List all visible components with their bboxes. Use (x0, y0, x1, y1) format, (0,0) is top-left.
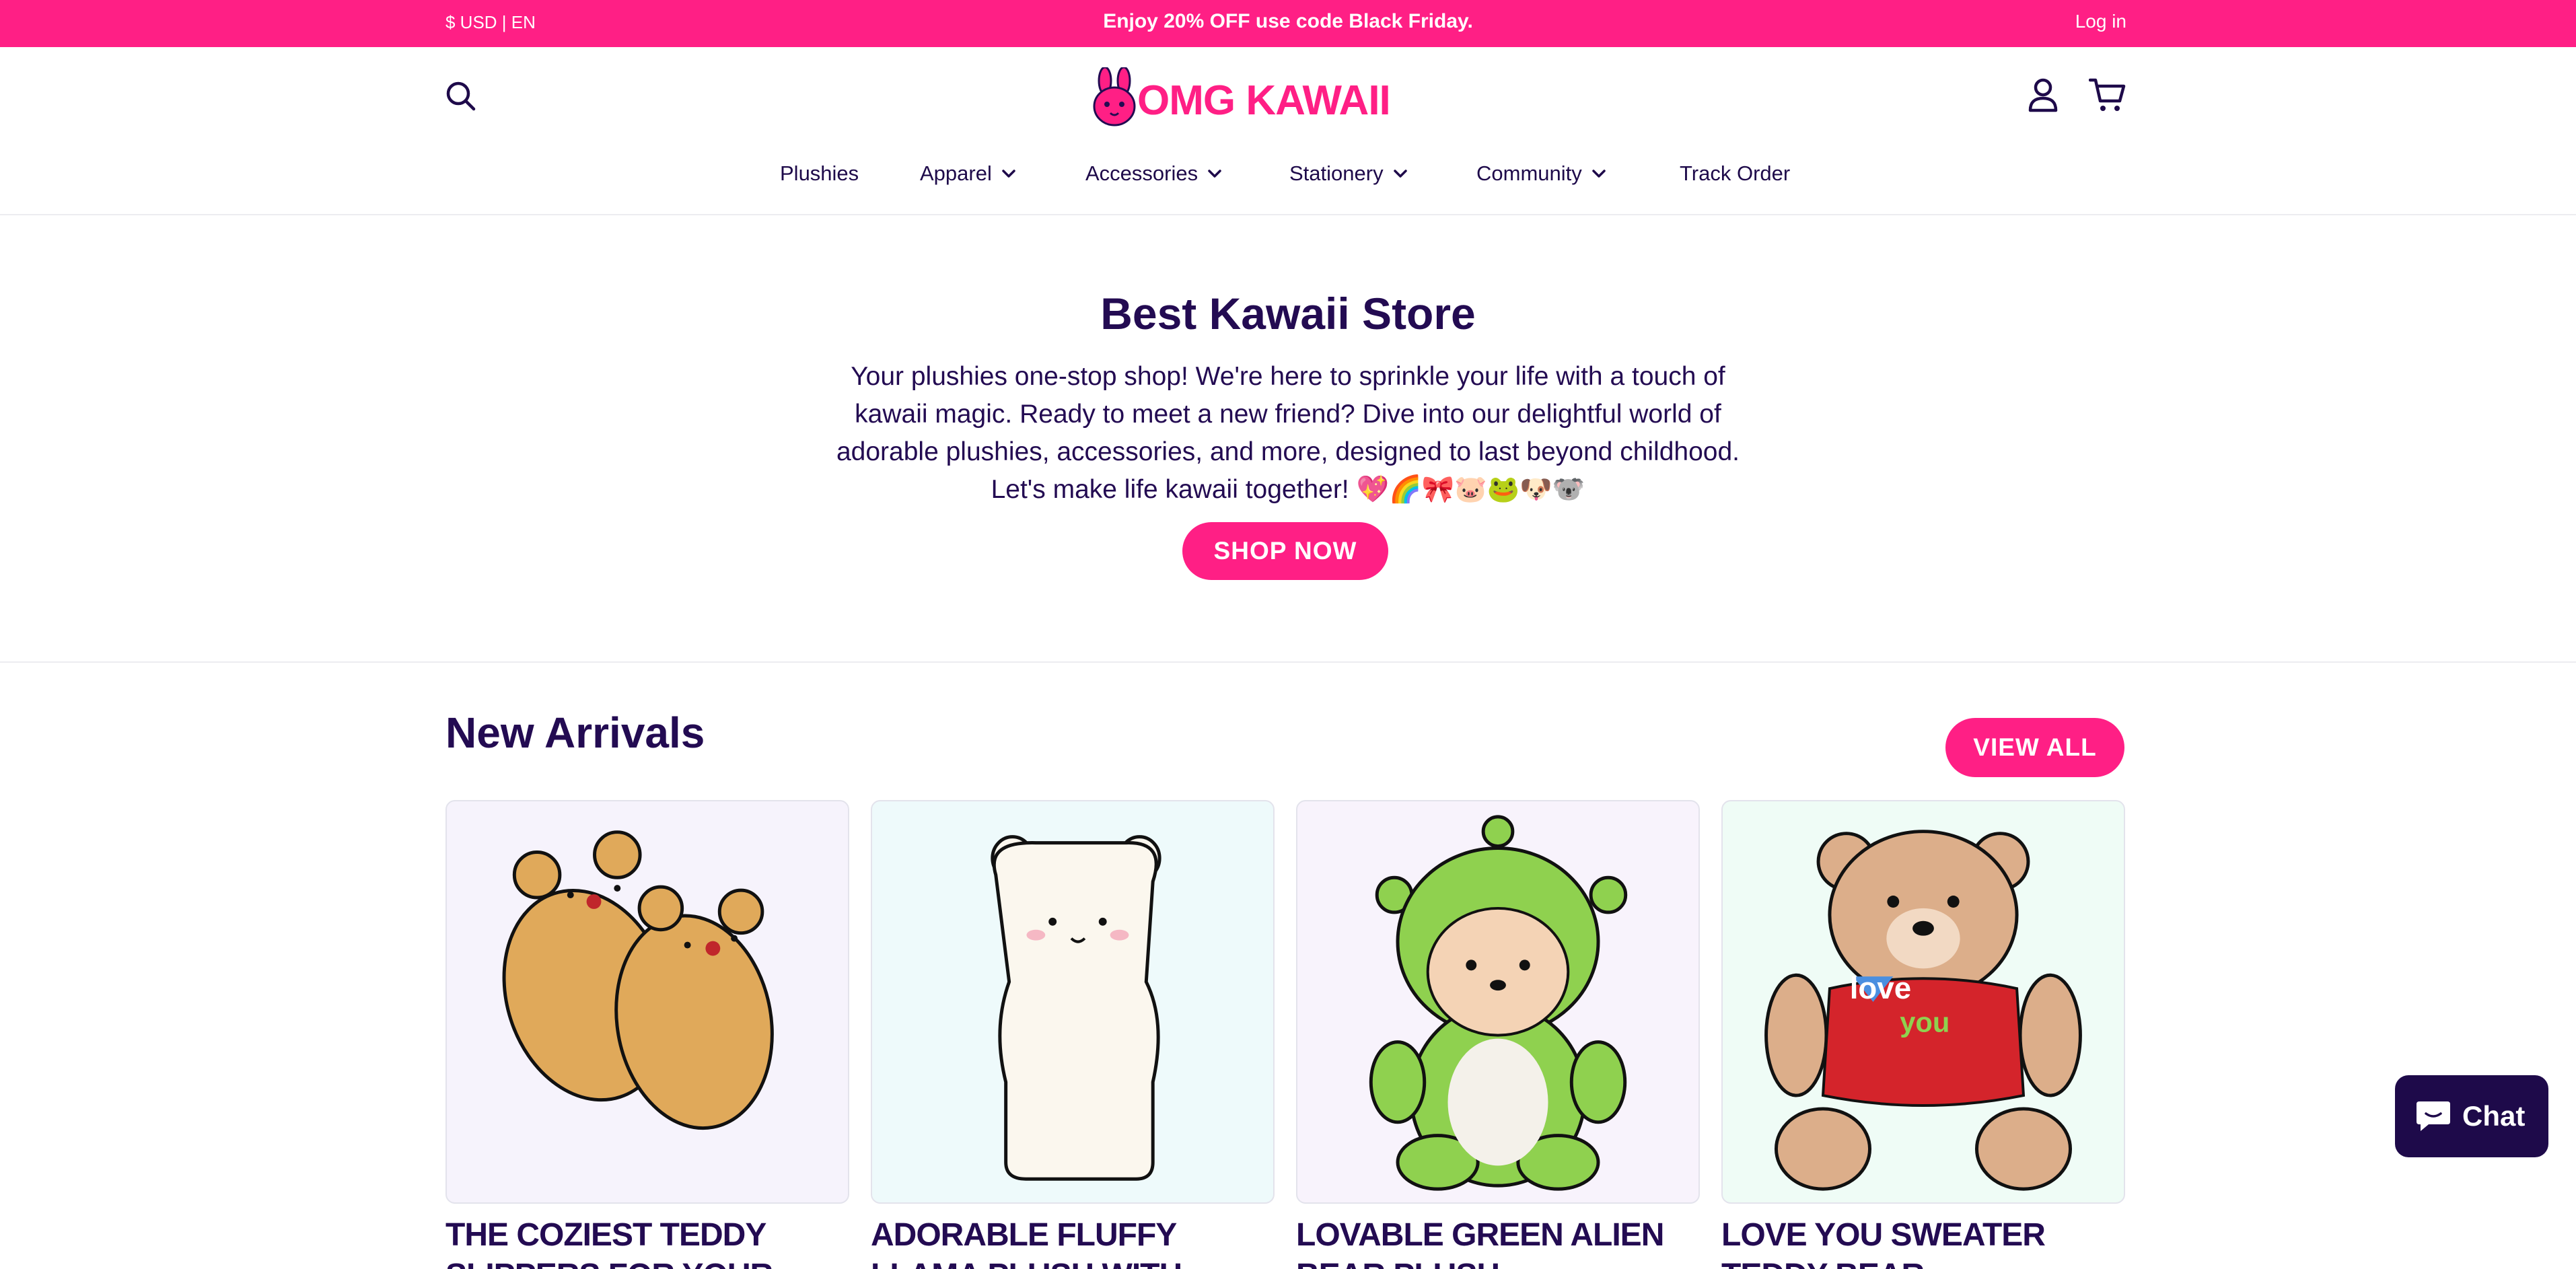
product-title[interactable]: LOVE YOU SWEATER TEDDY BEAR (1721, 1215, 2139, 1269)
chat-label: Chat (2462, 1100, 2526, 1132)
love-you-teddy-image: love you (1764, 830, 2082, 1191)
product-card[interactable] (871, 800, 1275, 1204)
nav-item-apparel[interactable]: Apparel (920, 161, 1016, 186)
product-title[interactable]: LOVABLE GREEN ALIEN BEAR PLUSH (1296, 1215, 1713, 1269)
site-logo[interactable]: OMG KAWAII (1090, 67, 1391, 128)
nav-item-stationery[interactable]: Stationery (1289, 161, 1408, 186)
nav-label: Accessories (1085, 161, 1198, 185)
promo-text: Enjoy 20% OFF use code Black Friday. (1103, 10, 1473, 32)
llama-plush-image (991, 835, 1161, 1181)
shop-now-button[interactable]: SHOP NOW (1182, 522, 1388, 580)
product-card[interactable] (445, 800, 849, 1204)
nav-label: Community (1476, 161, 1582, 185)
account-icon[interactable] (2027, 77, 2059, 113)
product-title-line: BEAR PLUSH (1296, 1256, 1713, 1269)
cart-icon[interactable] (2088, 77, 2126, 113)
product-card[interactable]: love you (1721, 800, 2125, 1204)
product-title-line: LLAMA PLUSH WITH (871, 1256, 1288, 1269)
chevron-down-icon (1002, 170, 1015, 178)
product-title-line: SLIPPERS FOR YOUR (445, 1256, 863, 1269)
svg-text:love: love (1850, 971, 1911, 1005)
hero-line: adorable plushies, accessories, and more… (836, 437, 1740, 466)
new-arrivals-title: New Arrivals (445, 709, 705, 757)
nav-label: Stationery (1289, 161, 1384, 185)
product-title-line: ADORABLE FLUFFY (871, 1217, 1177, 1253)
main-nav: Plushies Apparel Accessories Stationery … (0, 161, 2576, 195)
nav-item-plushies[interactable]: Plushies (780, 161, 859, 186)
hero-line: Let's make life kawaii together! 💖🌈🎀🐷🐸🐶🐨 (991, 475, 1585, 504)
hero-title: Best Kawaii Store (1100, 289, 1476, 338)
login-link[interactable]: Log in (2075, 11, 2126, 32)
product-title[interactable]: ADORABLE FLUFFY LLAMA PLUSH WITH (871, 1215, 1288, 1269)
hero-line: kawaii magic. Ready to meet a new friend… (855, 400, 1721, 429)
chat-bubble-icon (2417, 1101, 2450, 1131)
announcement-bar: $ USD | EN Enjoy 20% OFF use code Black … (0, 0, 2576, 47)
product-card[interactable] (1296, 800, 1700, 1204)
nav-item-track-order[interactable]: Track Order (1680, 161, 1790, 186)
chevron-down-icon (1208, 170, 1221, 178)
svg-text:you: you (1900, 1007, 1949, 1038)
product-title-line: THE COZIEST TEDDY (445, 1217, 766, 1253)
hero-description: Your plushies one-stop shop! We're here … (794, 358, 1782, 509)
product-title-line: LOVABLE GREEN ALIEN (1296, 1217, 1664, 1253)
nav-item-accessories[interactable]: Accessories (1085, 161, 1222, 186)
chat-button[interactable]: Chat (2395, 1075, 2548, 1157)
nav-label: Apparel (920, 161, 992, 185)
logo-wordmark: OMG KAWAII (1137, 77, 1391, 124)
search-icon[interactable] (444, 79, 478, 113)
section-divider (0, 661, 2576, 663)
product-title-line: LOVE YOU SWEATER (1721, 1217, 2046, 1253)
alien-bear-plush-image (1369, 815, 1628, 1191)
header-divider (0, 214, 2576, 215)
chevron-down-icon (1393, 170, 1407, 178)
product-title-line: TEDDY BEAR (1721, 1256, 2139, 1269)
nav-item-community[interactable]: Community (1476, 161, 1606, 186)
view-all-button[interactable]: VIEW ALL (1945, 718, 2124, 777)
chevron-down-icon (1592, 170, 1606, 178)
hero-line: Your plushies one-stop shop! We're here … (851, 362, 1725, 391)
nav-label: Track Order (1680, 161, 1791, 185)
nav-label: Plushies (780, 161, 859, 185)
teddy-slippers-image (502, 830, 774, 1130)
bunny-logo-icon (1093, 67, 1136, 126)
product-title[interactable]: THE COZIEST TEDDY SLIPPERS FOR YOUR (445, 1215, 863, 1269)
